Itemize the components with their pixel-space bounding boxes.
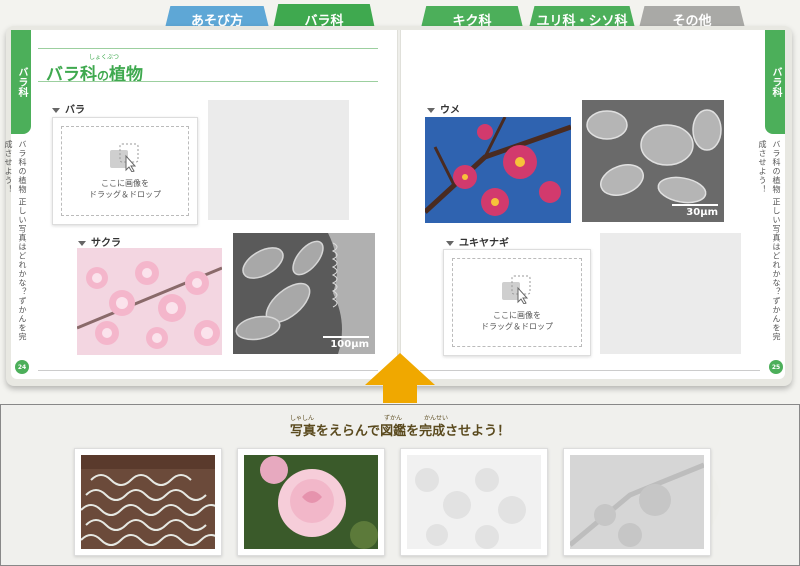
right-page-footer-rule [420,370,760,371]
section-label-yukiyanagi: ユキヤナギ [446,234,509,249]
section-label-bara: バラ [52,101,85,116]
right-side-tab: バラ科 [765,30,785,134]
section-label-sakura: サクラ [78,234,121,249]
dropzone-text: ここに画像を ドラッグ＆ドロップ [481,311,553,331]
empty-slot-yukiyanagi-sem[interactable] [600,233,741,354]
ume-pollen-sem-photo[interactable]: 30μm [582,100,724,222]
plum-photo-used [570,455,704,549]
left-side-text: バラ科の植物 正しい写真はどれかな？ずかんを完成させよう！ [4,140,27,342]
dropzone-yukiyanagi[interactable]: ここに画像を ドラッグ＆ドロップ [443,249,591,356]
scale-label: 100μm [330,339,369,350]
sakura-pollen-sem-photo[interactable]: 100μm [233,233,375,354]
scale-label: 30μm [686,207,718,218]
rose-photo [244,455,378,549]
sakura-photo[interactable] [77,248,222,355]
drag-drop-icon [110,143,139,172]
scale-bar [323,336,369,338]
lichen-photo [81,455,215,549]
drag-drop-icon [502,275,531,304]
title-rule-bottom [38,81,378,82]
tray-title: 写真をえらんで図鑑を完成させよう！ [289,424,511,439]
photo-card-cherry-used [400,448,548,556]
scale-bar [672,204,718,206]
right-side-text: バラ科の植物 正しい写真はどれかな？ずかんを完成させよう！ [758,140,781,342]
arrow-up-icon [365,353,435,403]
collapse-triangle-icon [427,107,435,113]
dropzone-bara[interactable]: ここに画像を ドラッグ＆ドロップ [52,117,198,225]
ume-photo[interactable] [425,117,571,223]
empty-slot-bara-sem[interactable] [208,100,349,220]
section-label-ume: ウメ [427,101,460,116]
cherry-photo-used [407,455,541,549]
page-number-right: 25 [769,360,783,374]
page-number-left: 24 [15,360,29,374]
book-gutter [397,30,401,379]
photo-card-rose[interactable] [237,448,385,556]
photo-card-lichen[interactable] [74,448,222,556]
title-rule-top [38,48,378,49]
collapse-triangle-icon [78,240,86,246]
photo-card-plum-used [563,448,711,556]
dropzone-text: ここに画像を ドラッグ＆ドロップ [89,179,161,199]
collapse-triangle-icon [446,240,454,246]
left-page-footer-rule [38,370,378,371]
collapse-triangle-icon [52,107,60,113]
left-side-tab: バラ科 [11,30,31,134]
